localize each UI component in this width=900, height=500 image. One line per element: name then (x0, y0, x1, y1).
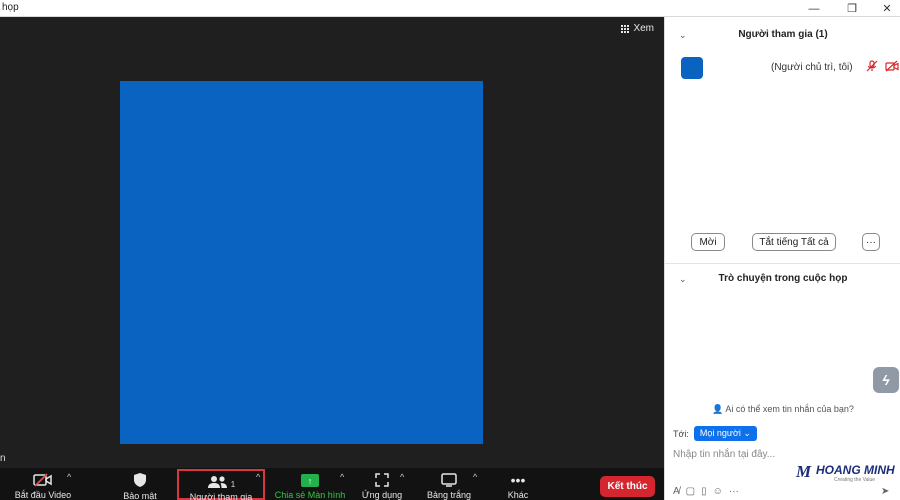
view-label: Xem (633, 23, 654, 34)
share-screen-label: Chia sẻ Màn hình (274, 490, 346, 500)
apps-icon (375, 472, 389, 487)
panel-divider (665, 263, 900, 264)
participants-options-caret[interactable]: ^ (256, 472, 260, 482)
chat-toolbar: A̸ ▢ ▯ ☺ ··· (673, 486, 739, 497)
view-button[interactable]: Xem (621, 23, 654, 34)
participants-more-button[interactable]: ··· (862, 233, 880, 251)
screenshot-icon[interactable]: ▢ (686, 486, 695, 497)
logo-tagline: Creating the Value (834, 477, 876, 483)
participants-label: Người tham gia (189, 492, 253, 500)
chat-message-input[interactable]: Nhập tin nhắn tại đây... (673, 449, 893, 460)
invite-button[interactable]: Mời (691, 233, 725, 251)
whiteboard-button[interactable]: Bảng trắng (422, 468, 476, 500)
share-screen-icon: ↑ (301, 472, 319, 487)
participant-row[interactable]: (Người chủ trì, tôi) (681, 57, 899, 79)
chevron-down-icon: ⌄ (743, 428, 751, 438)
maximize-button[interactable]: ❐ (838, 0, 866, 17)
chat-recipient-row: Tới: Mọi người ⌄ (673, 426, 757, 441)
to-label: Tới: (673, 428, 689, 439)
participants-panel-title: Người tham gia (1) (738, 29, 828, 40)
participants-button[interactable]: 1 Người tham gia (177, 469, 265, 500)
security-button[interactable]: Bảo mật (118, 468, 162, 500)
start-video-label: Bắt đầu Video (14, 490, 72, 500)
more-label: Khác (507, 490, 529, 500)
whiteboard-icon (441, 472, 457, 487)
participant-role: (Người chủ trì, tôi) (771, 62, 853, 73)
chat-visibility-text: Ai có thể xem tin nhắn của bạn? (725, 404, 854, 414)
chevron-down-icon[interactable]: ⌄ (679, 25, 687, 45)
meeting-toolbar: Bắt đầu Video ^ Bảo mật 1 Người tham gia… (0, 468, 664, 500)
apps-options-caret[interactable]: ^ (400, 472, 404, 482)
apps-button[interactable]: Ứng dụng (358, 468, 406, 500)
file-icon[interactable]: ▯ (701, 486, 707, 497)
hoang-minh-logo: M HOANG MINH Creating the Value (796, 462, 896, 484)
chat-panel-header: ⌄ Trò chuyện trong cuộc họp (665, 269, 900, 289)
security-label: Bảo mật (123, 491, 157, 500)
grid-icon (621, 24, 630, 33)
start-video-button[interactable]: Bắt đầu Video (12, 468, 74, 500)
more-icon[interactable]: ··· (729, 486, 739, 497)
share-options-caret[interactable]: ^ (340, 472, 344, 482)
lightning-icon[interactable]: ϟ (873, 367, 899, 393)
more-icon: ••• (510, 472, 526, 488)
person-lock-icon: 👤 (712, 404, 724, 414)
end-meeting-button[interactable]: Kết thúc (600, 476, 655, 497)
whiteboard-label: Bảng trắng (426, 490, 472, 500)
recipient-select[interactable]: Mọi người ⌄ (693, 426, 757, 441)
video-tile[interactable] (120, 81, 483, 444)
video-off-icon (33, 472, 53, 487)
window-title: họp (2, 2, 19, 13)
share-screen-button[interactable]: ↑ Chia sẻ Màn hình (273, 468, 347, 500)
participants-panel-header: ⌄ Người tham gia (1) (665, 25, 900, 45)
video-stage: Xem n (0, 17, 664, 468)
window-title-bar: họp — ❐ ✕ (0, 0, 900, 17)
chat-panel-title: Trò chuyện trong cuộc họp (718, 273, 848, 284)
chevron-down-icon[interactable]: ⌄ (679, 269, 687, 289)
avatar (681, 57, 703, 79)
more-button[interactable]: ••• Khác (500, 468, 536, 500)
whiteboard-options-caret[interactable]: ^ (473, 472, 477, 482)
chat-visibility-hint[interactable]: 👤 Ai có thể xem tin nhắn của bạn? (665, 401, 900, 417)
mute-all-button[interactable]: Tắt tiếng Tất cả (752, 233, 836, 251)
side-panel: ⌄ Người tham gia (1) (Người chủ trì, tôi… (664, 17, 900, 500)
apps-label: Ứng dụng (361, 490, 403, 500)
recipient-value: Mọi người (699, 428, 741, 438)
minimize-button[interactable]: — (800, 0, 828, 17)
participant-count: 1 (230, 480, 236, 489)
send-icon[interactable]: ➤ (881, 486, 889, 497)
emoji-icon[interactable]: ☺ (713, 486, 723, 497)
people-icon: 1 (207, 475, 235, 489)
logo-mark-icon: M (796, 462, 812, 481)
format-icon[interactable]: A̸ (673, 486, 680, 497)
video-muted-icon[interactable] (885, 60, 899, 75)
video-options-caret[interactable]: ^ (67, 472, 71, 482)
close-window-button[interactable]: ✕ (873, 0, 900, 17)
participant-name-tag: n (0, 453, 6, 464)
logo-name: HOANG MINH (816, 463, 895, 477)
mic-muted-icon[interactable] (866, 60, 878, 75)
shield-icon (133, 472, 147, 488)
